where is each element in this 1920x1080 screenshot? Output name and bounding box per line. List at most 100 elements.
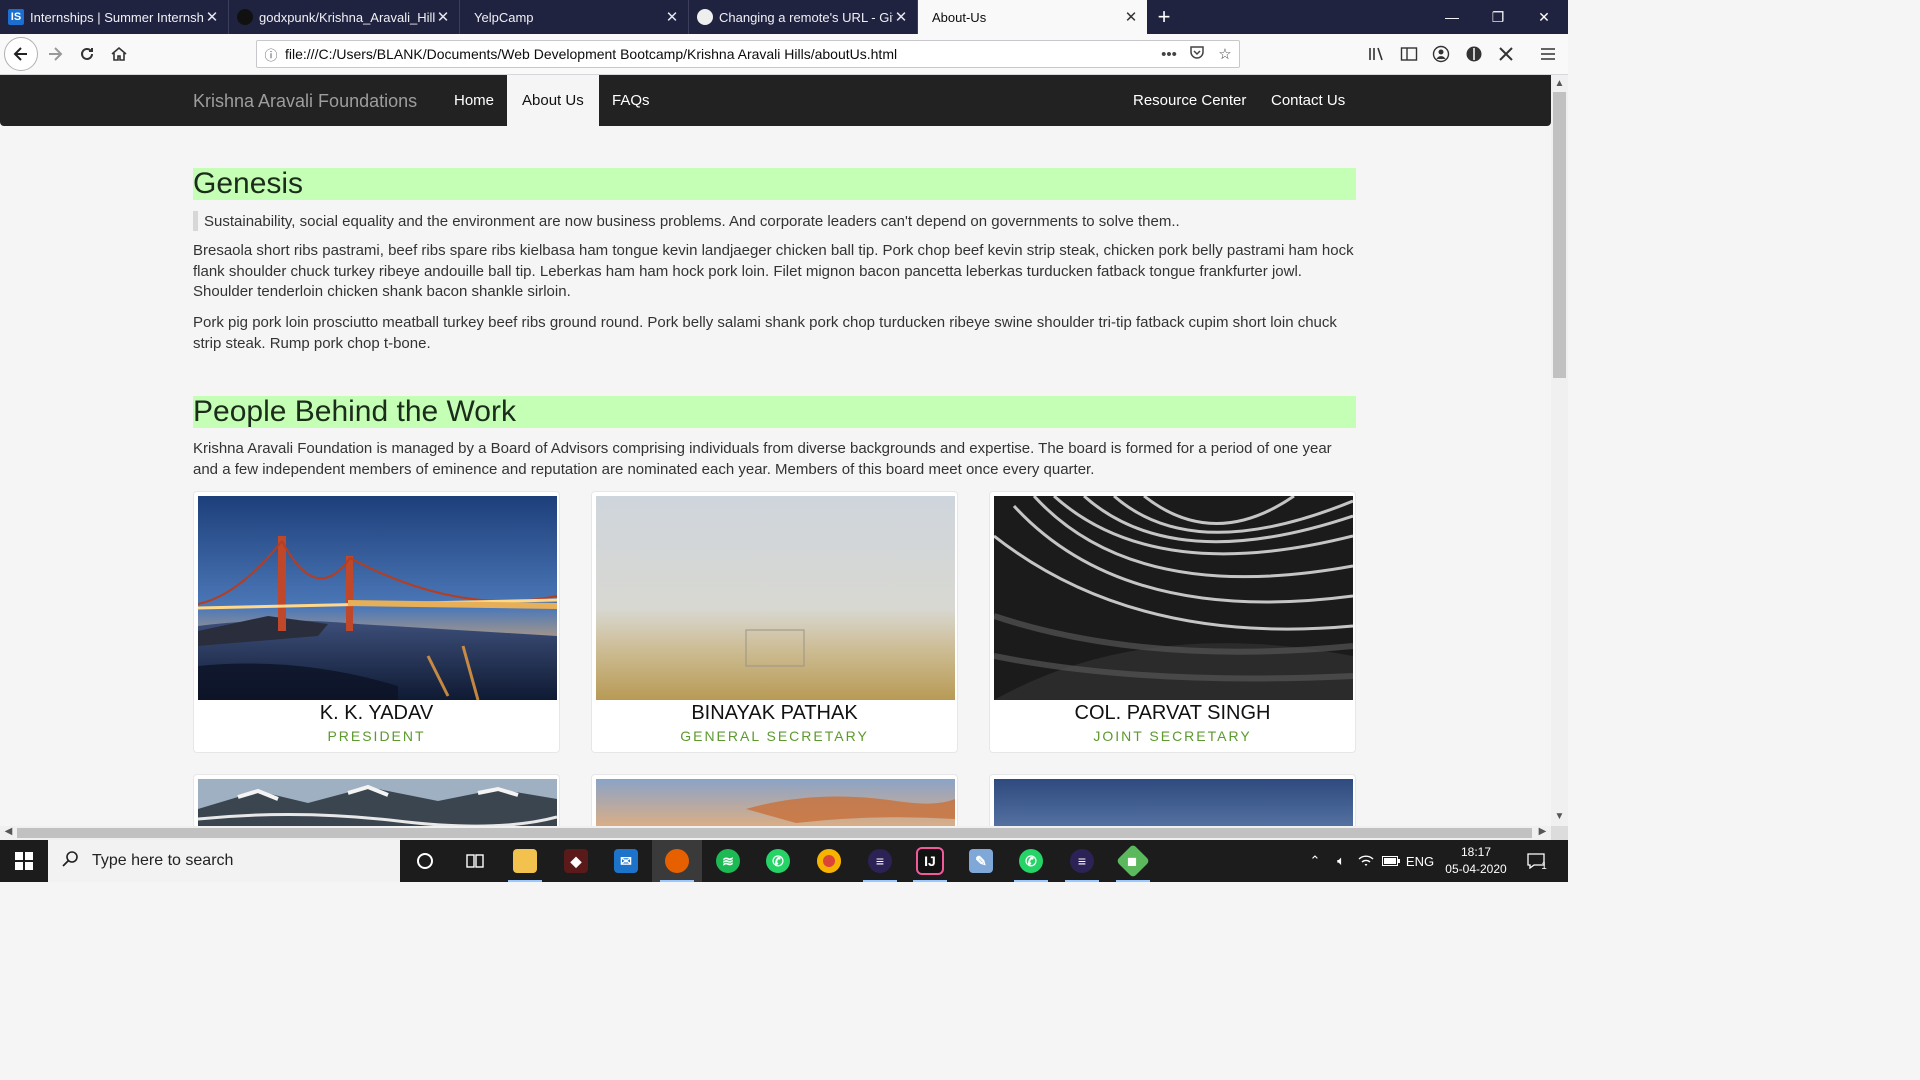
extension-x-icon[interactable] <box>1494 44 1518 64</box>
github-favicon-icon <box>237 9 253 25</box>
mail-icon[interactable]: ✉ <box>601 840 651 882</box>
taskbar-search-box[interactable]: Type here to search <box>48 840 400 882</box>
genesis-paragraph-2: Pork pig pork loin prosciutto meatball t… <box>193 314 1337 352</box>
scrollbar-thumb[interactable] <box>17 828 1532 838</box>
horizontal-scrollbar[interactable]: ◀ ▶ <box>0 826 1551 840</box>
tab-title: Internships | Summer Internship <box>30 9 204 25</box>
wifi-icon[interactable] <box>1355 840 1377 882</box>
tab-title: About-Us <box>932 9 987 25</box>
github-favicon-icon <box>697 9 713 25</box>
tab-title: YelpCamp <box>474 9 534 25</box>
tab-strip: IS Internships | Summer Internship ✕ god… <box>0 0 1568 34</box>
pocket-icon[interactable] <box>1183 44 1211 64</box>
reload-icon[interactable] <box>72 39 102 69</box>
member-card: K. K. YADAV PRESIDENT <box>193 491 560 753</box>
account-icon[interactable] <box>1429 44 1453 64</box>
home-icon[interactable] <box>104 39 134 69</box>
game-app-icon[interactable]: ◆ <box>551 840 601 882</box>
library-icon[interactable] <box>1365 44 1389 64</box>
windows-start-icon[interactable] <box>0 840 48 882</box>
close-icon[interactable]: ✕ <box>1123 8 1139 26</box>
page-viewport: Krishna Aravali Foundations Home About U… <box>0 75 1551 826</box>
firefox-icon[interactable] <box>652 840 702 882</box>
nav-about-us[interactable]: About Us <box>507 75 599 126</box>
scroll-down-icon[interactable]: ▼ <box>1551 811 1568 822</box>
scroll-left-icon[interactable]: ◀ <box>0 826 17 837</box>
whatsapp-icon[interactable]: ✆ <box>753 840 803 882</box>
notifications-icon[interactable]: 1 <box>1522 840 1552 882</box>
language-indicator[interactable]: ENG <box>1404 840 1436 882</box>
tab-about-us[interactable]: About-Us ✕ <box>918 0 1147 34</box>
paint-icon[interactable]: ✎ <box>956 840 1006 882</box>
file-explorer-icon[interactable] <box>500 840 550 882</box>
intellij-icon[interactable]: IJ <box>905 840 955 882</box>
nav-faqs[interactable]: FAQs <box>597 75 665 126</box>
sidebar-icon[interactable] <box>1397 44 1421 64</box>
member-name: COL. PARVAT SINGH <box>1074 702 1271 724</box>
close-icon[interactable]: ✕ <box>435 8 451 26</box>
chevron-up-icon[interactable]: ⌃ <box>1304 840 1326 882</box>
spotify-icon[interactable]: ≋ <box>703 840 753 882</box>
member-role: JOINT SECRETARY <box>1093 728 1252 744</box>
internshala-favicon-icon: IS <box>8 9 24 25</box>
member-role: PRESIDENT <box>327 728 426 744</box>
bookmark-star-icon[interactable]: ☆ <box>1211 45 1239 63</box>
close-window-icon[interactable]: ✕ <box>1521 0 1567 34</box>
clock-time: 18:17 <box>1460 845 1492 859</box>
forward-arrow-icon[interactable] <box>40 39 70 69</box>
vertical-scrollbar[interactable]: ▲ ▼ <box>1551 75 1568 826</box>
people-intro: Krishna Aravali Foundation is managed by… <box>193 440 1332 478</box>
info-icon[interactable]: ⓘ <box>257 45 285 64</box>
close-icon[interactable]: ✕ <box>664 8 680 26</box>
nav-resource-center[interactable]: Resource Center <box>1118 75 1261 126</box>
member-card <box>591 774 958 826</box>
tab-internships[interactable]: IS Internships | Summer Internship ✕ <box>0 0 229 34</box>
nav-contact-us[interactable]: Contact Us <box>1256 75 1360 126</box>
clock[interactable]: 18:17 05-04-2020 <box>1436 844 1516 878</box>
scroll-corner <box>1551 826 1568 840</box>
bridge-night-photo <box>198 496 557 700</box>
address-bar[interactable]: ⓘ file:///C:/Users/BLANK/Documents/Web D… <box>256 40 1240 68</box>
tab-github-repo[interactable]: godxpunk/Krishna_Aravali_Hills ✕ <box>229 0 460 34</box>
restore-icon[interactable]: ❐ <box>1475 0 1521 34</box>
sunset-clouds-photo <box>596 779 955 826</box>
back-arrow-icon[interactable] <box>4 37 38 71</box>
blue-sky-photo <box>994 779 1353 826</box>
eclipse-icon[interactable]: ≡ <box>1057 840 1107 882</box>
volume-icon[interactable]: 🔈︎ <box>1330 840 1352 882</box>
people-heading: People Behind the Work <box>193 395 1356 428</box>
git-kraken-icon[interactable]: ◆ <box>1108 840 1158 882</box>
nav-home[interactable]: Home <box>439 75 509 126</box>
scroll-up-icon[interactable]: ▲ <box>1551 78 1568 89</box>
site-brand[interactable]: Krishna Aravali Foundations <box>193 91 417 112</box>
tab-yelpcamp[interactable]: YelpCamp ✕ <box>460 0 689 34</box>
cortana-icon[interactable] <box>400 840 450 882</box>
chrome-icon[interactable] <box>804 840 854 882</box>
task-view-icon[interactable] <box>450 840 500 882</box>
site-navbar: Krishna Aravali Foundations Home About U… <box>0 75 1551 126</box>
genesis-quote: Sustainability, social equality and the … <box>193 211 1356 231</box>
close-icon[interactable]: ✕ <box>204 8 220 26</box>
scroll-right-icon[interactable]: ▶ <box>1534 826 1551 837</box>
new-tab-button[interactable]: + <box>1147 0 1181 34</box>
battery-icon[interactable] <box>1380 840 1402 882</box>
abstract-architecture-photo <box>994 496 1353 700</box>
menu-icon[interactable] <box>1536 44 1560 64</box>
eclipse-icon[interactable]: ≡ <box>855 840 905 882</box>
url-text[interactable]: file:///C:/Users/BLANK/Documents/Web Dev… <box>285 46 1155 62</box>
scrollbar-thumb[interactable] <box>1553 92 1566 378</box>
genesis-paragraph-1: Bresaola short ribs pastrami, beef ribs … <box>193 242 1354 300</box>
whatsapp-icon[interactable]: ✆ <box>1006 840 1056 882</box>
member-role: GENERAL SECRETARY <box>680 728 869 744</box>
genesis-heading: Genesis <box>193 167 1356 200</box>
tab-title: Changing a remote's URL - GitH <box>719 9 893 25</box>
tab-github-remote[interactable]: Changing a remote's URL - GitH ✕ <box>689 0 918 34</box>
browser-toolbar: ⓘ file:///C:/Users/BLANK/Documents/Web D… <box>0 34 1568 75</box>
more-actions-icon[interactable]: ••• <box>1155 46 1183 63</box>
extension-shield-icon[interactable] <box>1462 44 1486 64</box>
minimize-icon[interactable]: — <box>1429 0 1475 34</box>
search-icon <box>48 850 92 873</box>
clock-date: 05-04-2020 <box>1445 862 1507 876</box>
foggy-field-photo <box>596 496 955 700</box>
close-icon[interactable]: ✕ <box>893 8 909 26</box>
